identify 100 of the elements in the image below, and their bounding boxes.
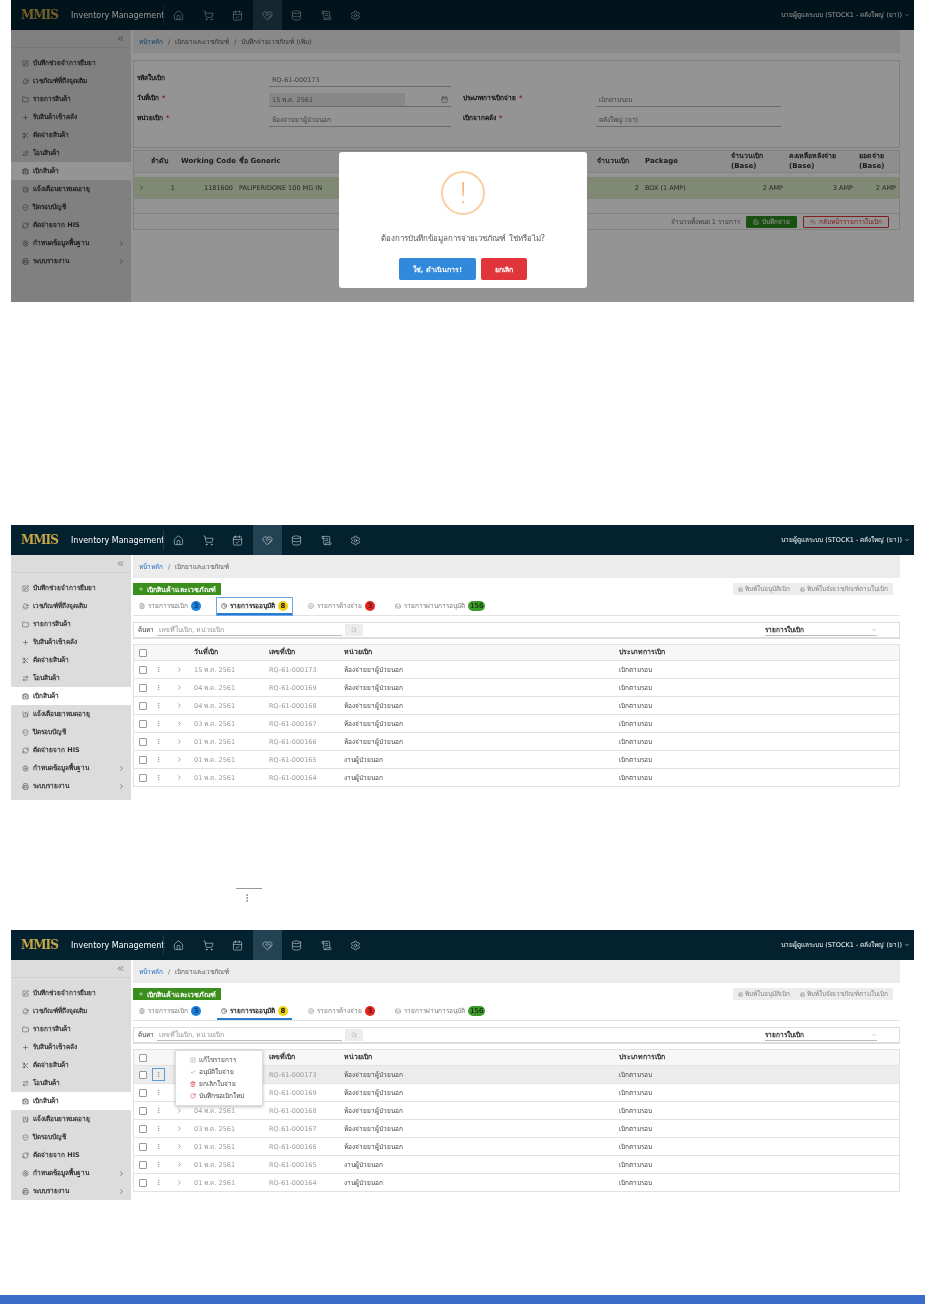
- expand-icon[interactable]: [176, 1179, 183, 1186]
- checkbox[interactable]: [139, 1124, 147, 1133]
- chevron-right-icon: [118, 239, 125, 247]
- arrows-icon: [22, 149, 29, 157]
- checkbox[interactable]: [139, 755, 147, 764]
- chevron-down-icon: [904, 12, 910, 18]
- checkbox[interactable]: [139, 648, 147, 657]
- document-icon: [139, 1007, 145, 1014]
- collapse-icon[interactable]: [116, 964, 125, 973]
- scroll-icon: [320, 9, 332, 21]
- printer-icon: [22, 257, 29, 265]
- chevron-right-icon: [118, 764, 125, 772]
- pen-square-icon: [22, 584, 29, 592]
- checkbox[interactable]: [139, 773, 147, 782]
- chevron-right-icon: [118, 257, 125, 265]
- bell-icon: [22, 602, 29, 610]
- plus-icon: [22, 1043, 29, 1051]
- warning-icon: !: [441, 171, 485, 215]
- expand-icon[interactable]: [176, 684, 183, 691]
- search-button[interactable]: [345, 1029, 363, 1041]
- document-icon: [139, 602, 145, 609]
- scissors-icon: [22, 656, 29, 664]
- bell-icon: [22, 77, 29, 85]
- nav-item[interactable]: [252, 525, 282, 555]
- logo: MMIS: [21, 938, 59, 952]
- expand-icon[interactable]: [176, 756, 183, 763]
- checkbox[interactable]: [139, 1142, 147, 1151]
- inbox-icon: [395, 1007, 401, 1014]
- app-title: Inventory Management: [71, 535, 163, 545]
- smile-icon: [308, 602, 314, 609]
- settings-icon: [22, 239, 29, 247]
- printer-icon: [22, 1187, 29, 1195]
- home-icon: [173, 534, 185, 546]
- database-icon: [291, 534, 303, 546]
- folder-icon: [22, 95, 29, 103]
- expand-icon[interactable]: [138, 184, 145, 191]
- checkbox[interactable]: [139, 1106, 147, 1115]
- checkbox[interactable]: [139, 1070, 147, 1079]
- plus-icon: [22, 638, 29, 646]
- dialog-message: ต้องการบันทึกข้อมูลการจ่ายเวชภัณฑ์ ใช่หรือไม่?: [381, 233, 545, 245]
- pen-square-icon: [22, 59, 29, 67]
- home-icon: [173, 939, 185, 951]
- checkbox[interactable]: [139, 1178, 147, 1187]
- chevron-right-icon: [118, 1169, 125, 1177]
- expand-icon[interactable]: [176, 1161, 183, 1168]
- briefcase-icon: [22, 692, 29, 700]
- scissors-icon: [22, 131, 29, 139]
- cart-icon: [202, 534, 214, 546]
- expand-icon[interactable]: [176, 1107, 183, 1114]
- database-icon: [291, 939, 303, 951]
- checkbox[interactable]: [139, 1053, 147, 1062]
- refresh-icon: [22, 221, 29, 229]
- plus-icon: [138, 991, 144, 997]
- home-icon: [173, 9, 185, 21]
- printer-icon: [22, 782, 29, 790]
- alarm-clock-icon: [22, 185, 29, 193]
- calendar-check-icon: [232, 9, 244, 21]
- back-icon: [810, 218, 816, 225]
- expand-icon[interactable]: [176, 1125, 183, 1132]
- heart-hands-icon: [261, 939, 273, 951]
- checkbox[interactable]: [139, 1088, 147, 1097]
- inbox-icon: [395, 602, 401, 609]
- checkbox[interactable]: [139, 665, 147, 674]
- refresh-icon: [190, 1093, 196, 1099]
- expand-icon[interactable]: [176, 1143, 183, 1150]
- checkbox[interactable]: [139, 683, 147, 692]
- expand-icon[interactable]: [176, 738, 183, 745]
- chevron-down-icon: [871, 626, 877, 633]
- settings-icon: [22, 764, 29, 772]
- expand-icon[interactable]: [176, 720, 183, 727]
- printer-icon: [800, 586, 805, 592]
- refresh-icon: [22, 1151, 29, 1159]
- checkbox[interactable]: [139, 719, 147, 728]
- more-button[interactable]: [153, 1069, 164, 1080]
- briefcase-icon: [22, 167, 29, 175]
- search-button[interactable]: [345, 624, 363, 636]
- nav-item[interactable]: [252, 0, 282, 30]
- checkbox[interactable]: [139, 701, 147, 710]
- expand-icon[interactable]: [176, 702, 183, 709]
- app-title: Inventory Management: [71, 940, 163, 950]
- settings-icon: [350, 9, 362, 21]
- expand-icon[interactable]: [176, 774, 183, 781]
- checkbox[interactable]: [139, 737, 147, 746]
- save-icon: [753, 218, 759, 225]
- shield-check-icon: [22, 203, 29, 211]
- plus-icon: [138, 586, 144, 592]
- arrows-icon: [22, 674, 29, 682]
- expand-icon[interactable]: [176, 666, 183, 673]
- scissors-icon: [22, 1061, 29, 1069]
- cart-icon: [202, 9, 214, 21]
- calendar-icon: [441, 96, 448, 103]
- checkbox[interactable]: [139, 1160, 147, 1169]
- database-icon: [291, 9, 303, 21]
- logo: MMIS: [21, 533, 59, 547]
- refresh-icon: [22, 746, 29, 754]
- alarm-clock-icon: [22, 710, 29, 718]
- collapse-icon[interactable]: [116, 34, 125, 43]
- edit-icon: [190, 1057, 196, 1063]
- nav-item[interactable]: [252, 930, 282, 960]
- collapse-icon[interactable]: [116, 559, 125, 568]
